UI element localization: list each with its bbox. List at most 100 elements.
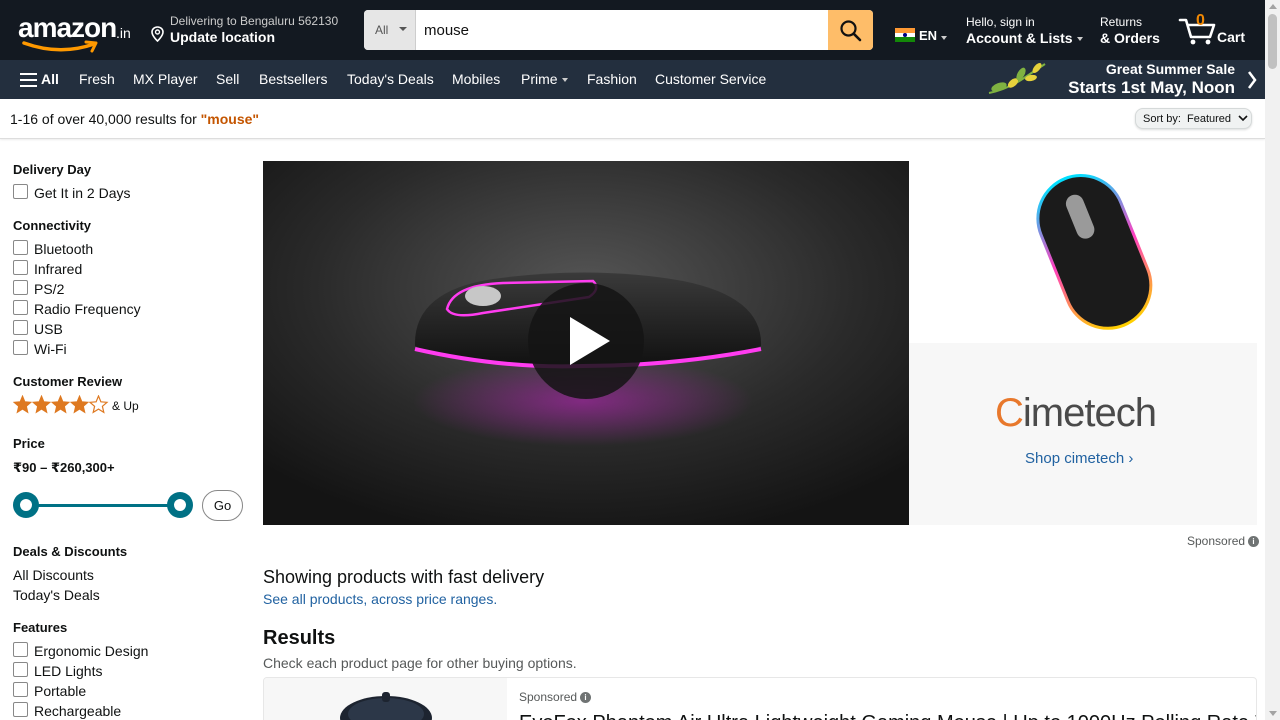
checkbox[interactable]	[13, 340, 28, 355]
checkbox[interactable]	[13, 300, 28, 315]
checkbox[interactable]	[13, 240, 28, 255]
returns-label: Returns	[1100, 15, 1143, 29]
scroll-up-icon[interactable]	[1269, 4, 1277, 9]
search-button[interactable]	[828, 10, 873, 50]
cart-label: Cart	[1217, 29, 1246, 45]
nav-item-mx-player[interactable]: MX Player	[133, 71, 198, 87]
cart-button[interactable]: 0 Cart	[1178, 12, 1253, 50]
todays-deals-link[interactable]: Today's Deals	[13, 587, 100, 603]
filter-label: Infrared	[34, 261, 83, 277]
brand-ad-panel[interactable]: Cimetech Shop cimetech ›	[909, 161, 1257, 525]
nav-item-bestsellers[interactable]: Bestsellers	[259, 71, 327, 87]
secondary-navbar: All Fresh MX Player Sell Bestsellers Tod…	[0, 60, 1265, 99]
sponsored-label[interactable]: Sponsored i	[1187, 534, 1260, 548]
checkbox[interactable]	[13, 662, 28, 677]
amazon-smile-icon	[22, 40, 98, 53]
play-button[interactable]	[528, 283, 644, 399]
all-menu-button[interactable]: All	[41, 71, 59, 87]
sort-dropdown[interactable]: Sort by: Featured	[1135, 108, 1252, 129]
checkbox[interactable]	[13, 280, 28, 295]
orders-label: & Orders	[1100, 30, 1160, 46]
filter-label: Rechargeable	[34, 703, 122, 719]
product-image	[340, 692, 432, 720]
search-icon	[840, 20, 862, 42]
price-heading: Price	[13, 436, 45, 451]
results-count: 1-16 of over 40,000 results for "mouse"	[10, 111, 259, 127]
hamburger-menu-icon[interactable]	[20, 73, 37, 87]
filter-label: USB	[34, 321, 63, 337]
account-menu[interactable]: Hello, sign in Account & Lists	[966, 15, 1083, 46]
checkbox[interactable]	[13, 260, 28, 275]
promo-subtitle: Starts 1st May, Noon	[1068, 78, 1235, 97]
amazon-logo[interactable]: amazon .in	[16, 12, 136, 53]
account-greeting: Hello, sign in	[966, 15, 1035, 29]
india-flag-icon	[895, 28, 915, 42]
sponsored-video[interactable]	[263, 161, 909, 525]
chevron-right-icon	[1248, 71, 1257, 89]
info-icon[interactable]: i	[580, 692, 592, 704]
brand-logo-area: Cimetech Shop cimetech ›	[909, 343, 1257, 525]
features-heading: Features	[13, 620, 68, 635]
search-input[interactable]	[416, 10, 828, 50]
language-code: EN	[919, 28, 938, 43]
price-slider-min-handle[interactable]	[13, 492, 39, 518]
filter-label: Bluetooth	[34, 241, 94, 257]
nav-item-todays-deals[interactable]: Today's Deals	[347, 71, 434, 87]
rating-suffix: & Up	[112, 399, 139, 413]
filter-label: Ergonomic Design	[34, 643, 149, 659]
update-location-link[interactable]: Update location	[170, 29, 275, 45]
product-title[interactable]: EvoFox Phantom Air Ultra Lightweight Gam…	[519, 712, 1256, 720]
price-slider[interactable]: Go	[13, 490, 253, 521]
price-range-label: ₹90 – ₹260,300+	[13, 460, 115, 475]
cimetech-logo[interactable]: Cimetech	[995, 391, 1157, 436]
sort-value: Featured	[1187, 113, 1232, 125]
mouse-product-image	[1036, 174, 1153, 330]
price-slider-max-handle[interactable]	[167, 492, 193, 518]
nav-item-prime[interactable]: Prime	[521, 71, 568, 87]
price-go-button[interactable]: Go	[202, 490, 243, 521]
all-discounts-link[interactable]: All Discounts	[13, 567, 94, 583]
search-category-dropdown[interactable]: All	[364, 10, 416, 50]
delivery-day-heading: Delivery Day	[13, 162, 92, 177]
nav-item-fresh[interactable]: Fresh	[79, 71, 115, 87]
location-pin-icon	[151, 26, 164, 42]
filter-label: Get It in 2 Days	[34, 185, 131, 201]
nav-item-prime-label: Prime	[521, 71, 558, 87]
checkbox[interactable]	[13, 184, 28, 199]
see-all-products-link[interactable]: See all products, across price ranges.	[263, 591, 497, 607]
returns-orders-link[interactable]: Returns & Orders	[1100, 15, 1160, 46]
results-info-bar: 1-16 of over 40,000 results for "mouse" …	[0, 99, 1265, 139]
nav-item-fashion[interactable]: Fashion	[587, 71, 637, 87]
top-navbar: amazon .in Delivering to Bengaluru 56213…	[0, 0, 1265, 60]
results-count-text: 1-16 of over 40,000 results for	[10, 111, 201, 127]
brand-logo-rest: imetech	[1022, 391, 1157, 435]
checkbox[interactable]	[13, 642, 28, 657]
page-scrollbar[interactable]	[1265, 0, 1280, 720]
scroll-down-icon[interactable]	[1269, 711, 1277, 716]
search-category-label: All	[375, 23, 389, 37]
rating-filter-4-up[interactable]: & Up	[13, 395, 139, 418]
leaf-decoration-icon	[988, 63, 1046, 94]
product-card[interactable]: Sponsoredi EvoFox Phantom Air Ultra Ligh…	[263, 677, 1257, 720]
play-icon	[570, 317, 610, 365]
info-icon[interactable]: i	[1248, 536, 1260, 548]
product-thumbnail[interactable]	[264, 678, 507, 720]
fast-delivery-heading: Showing products with fast delivery	[263, 567, 545, 587]
price-slider-track	[27, 504, 180, 507]
checkbox[interactable]	[13, 702, 28, 717]
scrollbar-thumb[interactable]	[1268, 14, 1277, 69]
results-query: "mouse"	[200, 111, 260, 127]
checkbox[interactable]	[13, 320, 28, 335]
filter-label: Portable	[34, 683, 87, 699]
nav-item-sell[interactable]: Sell	[216, 71, 239, 87]
summer-sale-banner[interactable]: Great Summer Sale Starts 1st May, Noon	[985, 60, 1265, 99]
shop-brand-link[interactable]: Shop cimetech ›	[1025, 450, 1133, 467]
search-bar: All	[364, 10, 873, 50]
nav-item-customer-service[interactable]: Customer Service	[655, 71, 766, 87]
promo-title: Great Summer Sale	[1105, 61, 1235, 77]
nav-item-mobiles[interactable]: Mobiles	[452, 71, 500, 87]
brand-product-image-area	[909, 161, 1257, 343]
checkbox[interactable]	[13, 682, 28, 697]
filter-label: Radio Frequency	[34, 301, 141, 317]
product-sponsored-label: Sponsored i	[519, 690, 592, 704]
